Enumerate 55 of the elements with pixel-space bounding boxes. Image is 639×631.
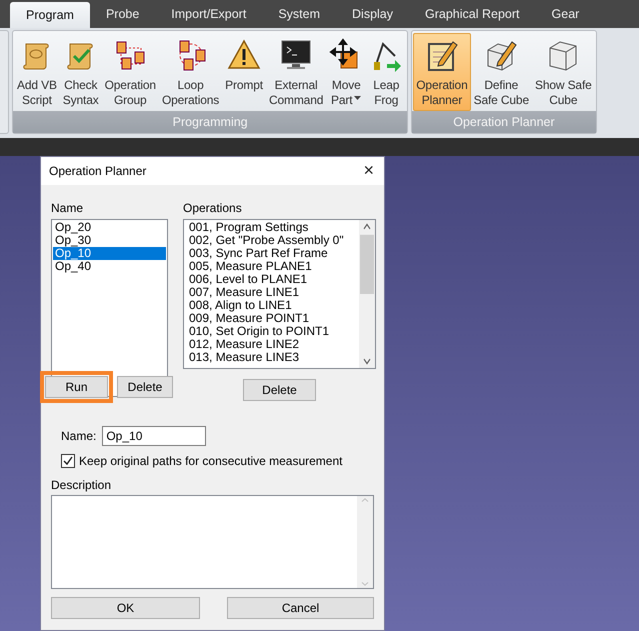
warning-icon bbox=[227, 38, 262, 72]
dialog-title: Operation Planner bbox=[49, 164, 146, 178]
operations-list[interactable] bbox=[183, 218, 376, 369]
list-item[interactable]: Op_10 bbox=[53, 246, 166, 260]
list-item[interactable]: 012, Measure LINE2 bbox=[187, 338, 358, 351]
menu-tab[interactable]: Program bbox=[10, 2, 90, 28]
ok-button[interactable]: OK bbox=[51, 596, 200, 619]
list-item[interactable]: 005, Measure PLANE1 bbox=[187, 260, 358, 273]
name-label: Name: bbox=[61, 428, 96, 443]
ribbon-button[interactable]: Leap Frog bbox=[366, 33, 406, 111]
terminal-icon bbox=[279, 38, 314, 72]
scrollbar[interactable] bbox=[357, 496, 373, 588]
delete-button[interactable]: Delete bbox=[243, 378, 316, 401]
name-field[interactable]: Op_10 bbox=[102, 426, 206, 446]
ribbon-button[interactable]: Add VB Script bbox=[14, 33, 60, 111]
description-field[interactable] bbox=[51, 494, 374, 589]
list-item[interactable]: Op_40 bbox=[53, 260, 166, 273]
group-title: Programming bbox=[13, 111, 408, 133]
list-item[interactable]: 007, Measure LINE1 bbox=[187, 286, 358, 299]
list-item[interactable]: 008, Align to LINE1 bbox=[187, 298, 358, 312]
menu-tab[interactable]: Probe bbox=[90, 0, 156, 28]
scrollbar[interactable] bbox=[359, 220, 375, 368]
ribbon-button[interactable]: Operation Planner bbox=[413, 33, 471, 111]
list-item[interactable]: 001, Program Settings bbox=[187, 220, 358, 234]
delete-button[interactable]: Delete bbox=[117, 376, 173, 398]
ribbon-button[interactable]: Check Syntax bbox=[60, 33, 102, 111]
list-item[interactable]: 003, Sync Part Ref Frame bbox=[187, 246, 358, 260]
ribbon-button[interactable]: Show Safe Cube bbox=[532, 33, 595, 111]
list-item[interactable]: 009, Measure POINT1 bbox=[187, 312, 358, 325]
menu-tab[interactable]: Display bbox=[336, 0, 410, 28]
ribbon-button[interactable]: Define Safe Cube bbox=[470, 33, 532, 111]
ribbon-button[interactable]: Move Part bbox=[326, 33, 366, 111]
checkbox[interactable] bbox=[61, 454, 75, 468]
ribbon-button[interactable]: Loop Operations bbox=[158, 33, 222, 111]
name-list-label: Name bbox=[51, 200, 84, 215]
list-item[interactable]: Op_30 bbox=[53, 234, 166, 247]
list-item[interactable]: 002, Get "Probe Assembly 0" bbox=[187, 234, 358, 247]
menu-tab[interactable]: Gear bbox=[536, 0, 596, 28]
run-button[interactable]: Run bbox=[45, 376, 108, 398]
list-item[interactable]: 010, Set Origin to POINT1 bbox=[187, 324, 358, 338]
ribbon-button[interactable]: Operation Group bbox=[102, 33, 159, 111]
ribbon-button[interactable]: External Command bbox=[266, 33, 326, 111]
operations-label: Operations bbox=[183, 200, 243, 215]
description-label: Description bbox=[51, 478, 112, 492]
menu-tab[interactable]: Graphical Report bbox=[409, 0, 536, 28]
close-button[interactable]: × bbox=[363, 160, 374, 182]
list-item[interactable]: Op_20 bbox=[53, 220, 166, 234]
list-item[interactable]: 006, Level to PLANE1 bbox=[187, 272, 358, 286]
list-item[interactable]: 013, Measure LINE3 bbox=[187, 350, 358, 364]
checkbox-label: Keep original paths for consecutive measurement bbox=[79, 454, 342, 468]
menu-tab[interactable]: System bbox=[262, 0, 336, 28]
ribbon-button[interactable]: Prompt bbox=[222, 33, 266, 111]
group-title: Operation Planner bbox=[412, 111, 596, 133]
menu-tab[interactable]: Import/Export bbox=[155, 0, 262, 28]
cancel-button[interactable]: Cancel bbox=[227, 596, 374, 619]
